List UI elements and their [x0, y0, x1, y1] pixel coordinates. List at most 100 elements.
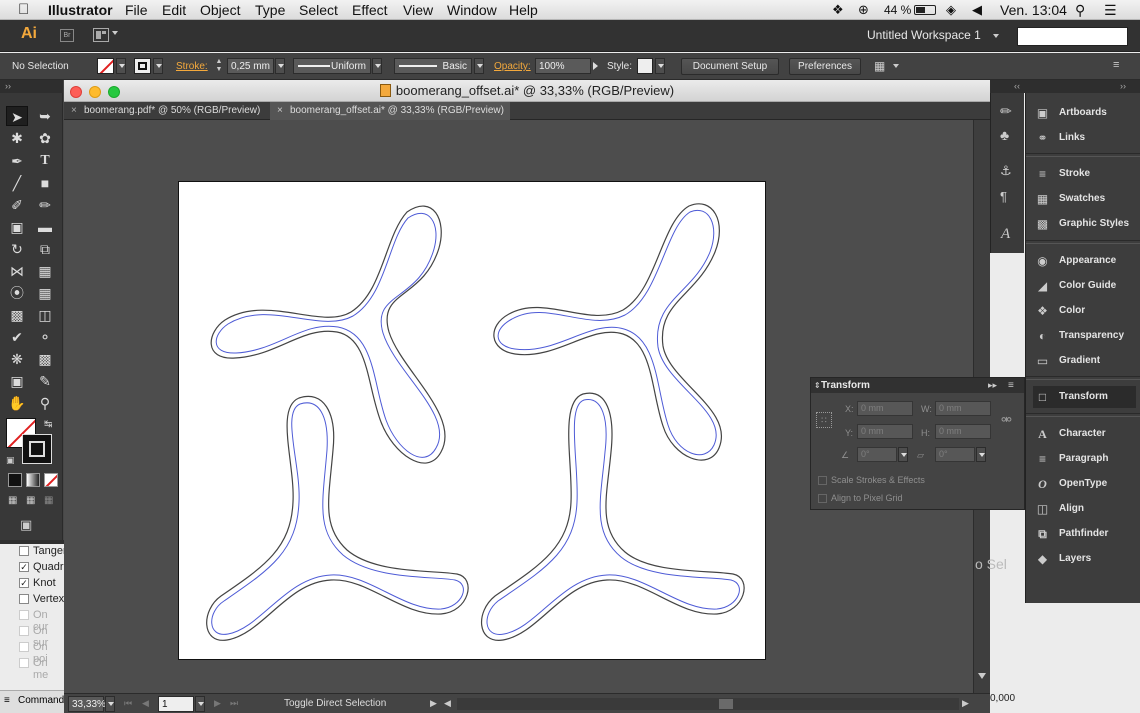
isolate-dropdown-icon[interactable] — [893, 64, 899, 68]
dock-transform[interactable]: □ Transform — [1033, 386, 1136, 408]
collapse-dock-icon[interactable]: ›› — [1120, 81, 1126, 91]
on-point-checkbox[interactable] — [19, 642, 29, 652]
stroke-swatch[interactable] — [134, 58, 151, 74]
input-source-icon[interactable]: ⊕ — [858, 2, 869, 18]
menu-edit[interactable]: Edit — [162, 2, 186, 18]
variable-width-profile[interactable]: Uniform — [293, 58, 371, 74]
shaper-tool-icon[interactable]: ▣ — [6, 217, 28, 237]
command-label[interactable]: Command — [18, 695, 64, 706]
dock-gradient[interactable]: ▭ Gradient — [1033, 350, 1100, 372]
rotate-tool-icon[interactable]: ↻ — [6, 239, 28, 259]
perspective-grid-tool-icon[interactable]: ▦ — [34, 283, 56, 303]
stroke-stepper-icon[interactable]: ▲ ▼ — [213, 58, 225, 74]
reference-point-icon[interactable]: ∷ — [816, 412, 832, 428]
help-search-input[interactable] — [1017, 27, 1128, 46]
spotlight-icon[interactable]: ⚲ — [1075, 2, 1085, 19]
dropbox-icon[interactable]: ❖ — [832, 2, 844, 18]
zoom-dropdown[interactable] — [105, 696, 115, 712]
horizontal-scrollbar[interactable] — [457, 698, 959, 710]
minimize-window-button[interactable] — [89, 86, 101, 98]
zoom-tool-icon[interactable]: ⚲ — [34, 393, 56, 413]
rotate-field[interactable]: 0° — [857, 447, 897, 462]
brush-definition[interactable]: Basic — [394, 58, 472, 74]
y-field[interactable]: 0 mm — [857, 424, 913, 439]
dock-stroke[interactable]: ≡ Stroke — [1033, 163, 1090, 185]
shape-builder-tool-icon[interactable]: ⦿ — [6, 283, 28, 303]
tab-boomerang-pdf[interactable]: × boomerang.pdf* @ 50% (RGB/Preview) — [64, 102, 269, 120]
opacity-input[interactable]: 100% — [535, 58, 591, 74]
workspace-switcher[interactable]: Untitled Workspace 1 — [867, 28, 981, 42]
stroke-dropdown[interactable] — [153, 58, 163, 74]
next-artboard-icon[interactable]: ▶ — [214, 698, 221, 709]
scroll-down-icon[interactable] — [978, 673, 986, 679]
blend-tool-icon[interactable]: ⚬ — [34, 327, 56, 347]
constrain-proportions-icon[interactable]: ⚮ — [1001, 412, 1012, 428]
panel-options-toggle-icon[interactable]: ⇕ — [814, 378, 821, 393]
dock-paragraph[interactable]: ≡ Paragraph — [1033, 448, 1108, 470]
artboard-dropdown[interactable] — [195, 696, 205, 712]
control-panel-menu-icon[interactable]: ≡ — [1113, 59, 1119, 71]
opacity-slider-arrow-icon[interactable] — [593, 62, 598, 70]
menu-select[interactable]: Select — [299, 2, 338, 18]
draw-behind-icon[interactable]: ▦ — [26, 495, 35, 506]
dock-color[interactable]: ❖ Color — [1033, 300, 1085, 322]
on-surface-checkbox[interactable] — [19, 626, 29, 636]
dock-links[interactable]: ⚭ Links — [1033, 127, 1085, 149]
x-field[interactable]: 0 mm — [857, 401, 913, 416]
isolate-selected-icon[interactable]: ▦ — [874, 59, 885, 73]
wifi-icon[interactable]: ◈ — [946, 2, 956, 18]
default-fill-stroke-icon[interactable]: ▣ — [6, 455, 15, 466]
menu-type[interactable]: Type — [255, 2, 285, 18]
opacity-link[interactable]: Opacity: — [494, 61, 531, 72]
arrange-dropdown-icon[interactable] — [112, 31, 118, 35]
stroke-weight-input[interactable]: 0,25 mm — [227, 58, 274, 74]
shear-dropdown[interactable] — [976, 447, 986, 462]
vertex-checkbox[interactable] — [19, 594, 29, 604]
last-artboard-icon[interactable]: ⏭ — [230, 698, 238, 709]
shear-field[interactable]: 0° — [935, 447, 975, 462]
dock-pathfinder[interactable]: ⧉ Pathfinder — [1033, 523, 1108, 545]
width-tool-icon[interactable]: ⋈ — [6, 261, 28, 281]
artboard-number-field[interactable]: 1 — [158, 696, 194, 712]
paintbrush-tool-icon[interactable]: ✐ — [6, 195, 28, 215]
command-menu-icon[interactable]: ≡ — [4, 695, 10, 706]
symbol-sprayer-tool-icon[interactable]: ❋ — [6, 349, 28, 369]
selection-tool-icon[interactable]: ➤ — [6, 106, 28, 126]
lasso-tool-icon[interactable]: ✿ — [34, 128, 56, 148]
dock-header[interactable]: ‹‹ ›› — [990, 80, 1140, 93]
tab-boomerang-offset[interactable]: × boomerang_offset.ai* @ 33,33% (RGB/Pre… — [270, 102, 510, 120]
hand-tool-icon[interactable]: ✋ — [6, 393, 28, 413]
zoom-window-button[interactable] — [108, 86, 120, 98]
eraser-tool-icon[interactable]: ▬ — [34, 217, 56, 237]
paragraph-styles-icon[interactable]: ¶ — [1000, 189, 1007, 204]
profile-dropdown[interactable] — [372, 58, 382, 74]
scroll-right-icon[interactable]: ▶ — [962, 698, 969, 709]
symbols-icon[interactable]: ♣ — [1000, 127, 1009, 143]
dock-artboards[interactable]: ▣ Artboards — [1033, 102, 1107, 124]
direct-selection-tool-icon[interactable]: ➥ — [34, 106, 56, 126]
artboard-tool-icon[interactable]: ▣ — [6, 371, 28, 391]
brushes-icon[interactable]: ✏ — [1000, 103, 1012, 120]
dock-appearance[interactable]: ◉ Appearance — [1033, 250, 1116, 272]
character-styles-icon[interactable]: ⚓ — [1000, 163, 1012, 179]
menu-file[interactable]: File — [125, 2, 148, 18]
draw-normal-icon[interactable]: ▦ — [8, 495, 17, 506]
previous-artboard-icon[interactable]: ◀ — [142, 698, 149, 709]
mesh-tool-icon[interactable]: ▩ — [6, 305, 28, 325]
scale-tool-icon[interactable]: ⧉ — [34, 239, 56, 259]
fill-dropdown[interactable] — [116, 58, 126, 74]
stroke-link[interactable]: Stroke: — [176, 61, 208, 72]
close-tab-icon[interactable]: × — [277, 102, 283, 120]
brush-dropdown[interactable] — [474, 58, 484, 74]
gradient-mode-icon[interactable] — [26, 473, 40, 487]
close-window-button[interactable] — [70, 86, 82, 98]
knot-checkbox[interactable]: ✓ — [19, 578, 29, 588]
menu-view[interactable]: View — [403, 2, 433, 18]
menu-object[interactable]: Object — [200, 2, 240, 18]
swap-fill-stroke-icon[interactable]: ↹ — [44, 419, 52, 430]
notification-center-icon[interactable]: ☰ — [1104, 2, 1117, 19]
document-setup-button[interactable]: Document Setup — [681, 58, 779, 75]
dock-opentype[interactable]: O OpenType — [1033, 473, 1107, 495]
pencil-tool-icon[interactable]: ✏ — [34, 195, 56, 215]
gradient-tool-icon[interactable]: ◫ — [34, 305, 56, 325]
